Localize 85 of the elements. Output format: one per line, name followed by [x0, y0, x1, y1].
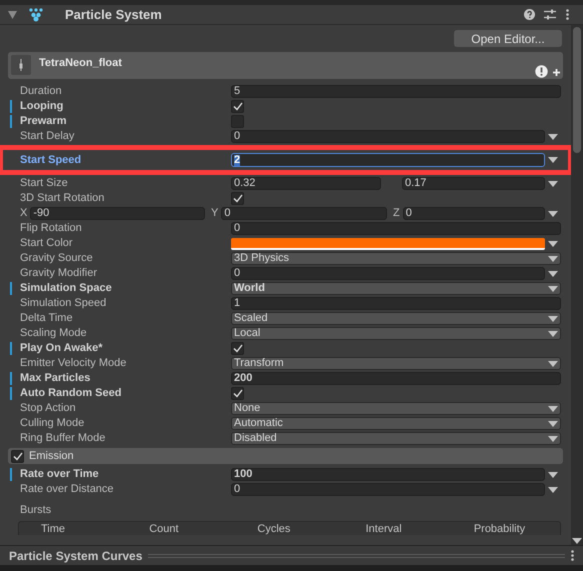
curves-title: Particle System Curves	[9, 548, 142, 564]
add-icon[interactable]	[553, 69, 560, 76]
warning-icon[interactable]	[535, 65, 548, 78]
checkbox[interactable]	[231, 342, 244, 355]
property-label: Prewarm	[20, 114, 66, 130]
property-label: Simulation Speed	[20, 296, 106, 312]
property-label: Duration	[20, 84, 62, 100]
number-field[interactable]: 0.17	[402, 177, 545, 190]
axis-label: X	[20, 206, 28, 222]
dropdown-arrow-icon[interactable]	[548, 156, 558, 164]
dropdown-arrow-icon[interactable]	[548, 132, 558, 140]
module-title: Emission	[29, 448, 74, 464]
property-label: Delta Time	[20, 311, 73, 326]
dropdown[interactable]: Transform	[231, 357, 561, 370]
column-header: Count	[148, 522, 180, 536]
column-header: Cycles	[256, 522, 292, 536]
property-label: 3D Start Rotation	[20, 191, 104, 206]
scrollbar-thumb[interactable]	[573, 27, 581, 153]
dropdown[interactable]: Disabled	[231, 432, 561, 445]
more-menu-icon[interactable]	[571, 550, 574, 561]
dropdown-arrow-icon[interactable]	[548, 210, 558, 218]
property-label: Stop Action	[20, 401, 76, 416]
number-field[interactable]: 0	[231, 483, 545, 496]
property-label: Rate over Time	[20, 467, 99, 482]
property-label: Looping	[20, 99, 64, 114]
number-field[interactable]: 0	[231, 130, 545, 143]
number-field[interactable]: 5	[231, 85, 561, 98]
property-label: Flip Rotation	[20, 221, 82, 236]
number-field[interactable]: 100	[231, 468, 545, 481]
presets-icon[interactable]	[544, 9, 556, 20]
checkbox[interactable]	[231, 387, 244, 400]
checkbox[interactable]	[231, 100, 244, 113]
property-label: Culling Mode	[20, 416, 84, 432]
property-label: Start Delay	[20, 129, 74, 144]
dropdown[interactable]: Scaled	[231, 312, 561, 325]
dropdown-arrow-icon[interactable]	[548, 180, 558, 188]
number-field[interactable]: 0	[231, 222, 561, 235]
number-field[interactable]: -90	[30, 207, 205, 220]
bursts-label: Bursts	[20, 503, 52, 518]
number-field[interactable]: 0	[221, 207, 387, 220]
column-header: Probability	[472, 522, 526, 536]
dropdown[interactable]: Local	[231, 327, 561, 340]
color-swatch[interactable]	[231, 238, 545, 250]
number-field[interactable]: 2	[231, 153, 545, 167]
component-title: Particle System	[65, 6, 162, 24]
property-label: Gravity Source	[20, 251, 93, 266]
dropdown-arrow-icon[interactable]	[572, 537, 582, 545]
foldout-arrow-icon[interactable]	[8, 10, 17, 18]
column-header: Time	[40, 522, 66, 536]
property-label: Start Speed	[20, 152, 82, 168]
dropdown-arrow-icon[interactable]	[548, 360, 558, 368]
particles-icon	[29, 8, 43, 22]
number-field[interactable]: 1	[231, 297, 561, 310]
property-label: Start Size	[20, 176, 68, 192]
property-label: Ring Buffer Mode	[20, 431, 106, 446]
open-editor-button[interactable]: Open Editor...	[454, 30, 562, 47]
dropdown[interactable]: None	[231, 402, 561, 415]
property-label: Scaling Mode	[20, 326, 87, 342]
dropdown[interactable]: Automatic	[231, 417, 561, 430]
property-label: Auto Random Seed	[20, 386, 122, 402]
module-name: TetraNeon_float	[39, 56, 122, 71]
number-field[interactable]: 0	[231, 267, 545, 280]
dropdown[interactable]: World	[231, 282, 561, 295]
property-label: Max Particles	[20, 371, 90, 386]
help-icon[interactable]	[524, 9, 535, 20]
emission-header[interactable]: Emission	[8, 448, 563, 464]
property-label: Start Color	[20, 236, 73, 252]
checkbox[interactable]	[11, 450, 24, 462]
dropdown[interactable]: 3D Physics	[231, 252, 561, 265]
number-field[interactable]: 0	[402, 207, 545, 220]
property-label: Play On Awake*	[20, 341, 103, 356]
checkbox[interactable]	[231, 115, 244, 128]
property-label: Gravity Modifier	[20, 266, 98, 282]
more-menu-icon[interactable]	[566, 9, 569, 20]
number-field[interactable]: 200	[231, 372, 561, 385]
property-label: Simulation Space	[20, 281, 112, 296]
property-label: Rate over Distance	[20, 482, 114, 498]
fish-icon	[19, 59, 23, 71]
checkbox[interactable]	[231, 192, 244, 205]
axis-label: Y	[211, 206, 218, 222]
axis-label: Z	[393, 206, 400, 222]
property-label: Emitter Velocity Mode	[20, 356, 126, 372]
scrollbar[interactable]	[571, 25, 583, 545]
column-header: Interval	[364, 522, 403, 536]
number-field[interactable]: 0.32	[231, 177, 381, 190]
